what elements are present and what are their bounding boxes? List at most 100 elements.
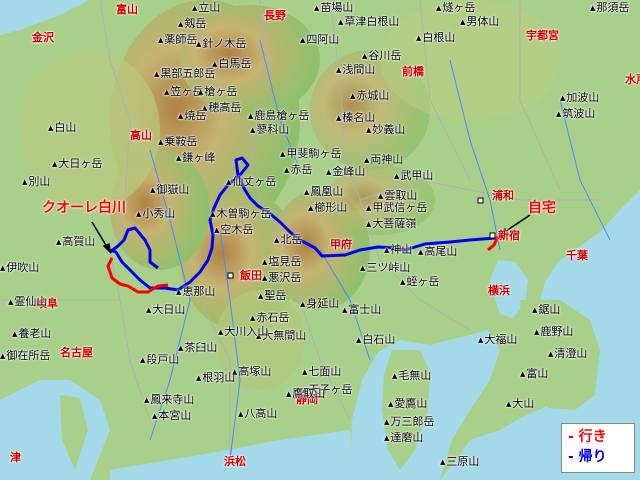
peak-fujiwara: 霊仙山	[8, 296, 47, 308]
peak-hakuba: 白馬岳	[212, 58, 251, 70]
city-utsunomiya: 宇都宮	[526, 29, 559, 42]
peak-tanigawa: 谷川岳	[362, 50, 401, 62]
peak-takao: 高尾山	[418, 246, 457, 258]
peak-hijiri: 聖岳	[258, 290, 286, 302]
peak-kushigata: 櫛形山	[308, 202, 347, 214]
city-takayama: 高山	[130, 129, 152, 142]
legend-outbound: - 行き	[568, 429, 607, 445]
peak-shiroishi: 白石山	[356, 334, 395, 346]
peak-nantai: 男体山	[460, 16, 499, 28]
city-toyama: 富山	[116, 3, 138, 16]
peak-ashitaka: 愛鷹山	[388, 398, 427, 410]
peak-ibuki: 伊吹山	[0, 262, 39, 274]
peak-hoorai: 鳳来寺山	[144, 394, 194, 406]
peak-kinpu: 金峰山	[326, 166, 365, 178]
peak-sanbo: 三原山	[440, 456, 479, 468]
start-point-label: クオーレ白川	[42, 200, 126, 216]
peak-daruma: 達磨山	[384, 432, 423, 444]
peak-ryokami: 両神山	[364, 154, 403, 166]
city-iida: 飯田	[240, 269, 262, 282]
peak-dainichi: 大日ヶ岳	[52, 158, 102, 170]
peak-utsugi: 空木岳	[214, 224, 253, 236]
peak-yarigatake: 槍ヶ岳	[198, 86, 237, 98]
peak-haruna: 榛名山	[336, 112, 375, 124]
peak-myogi: 妙義山	[366, 124, 405, 136]
peak-kiyosumi: 清澄山	[548, 348, 587, 360]
peak-asama: 浅間山	[336, 64, 375, 76]
city-urawa: 浦和	[492, 189, 514, 202]
peak-hachigoyama: 八高山	[238, 408, 277, 420]
peak-akaishi: 赤石岳	[250, 312, 289, 324]
peak-yoro: 養老山	[12, 328, 51, 340]
peak-minobu: 身延山	[300, 298, 339, 310]
peak-kanohashi: 加波山	[560, 92, 599, 104]
peak-chausu: 茶臼山	[178, 342, 217, 354]
peak-nasu: 那須岳	[590, 2, 629, 14]
peak-daibosatsu: 大菩薩嶺	[366, 218, 416, 230]
peak-naeba: 苗場山	[314, 2, 353, 14]
legend-return: - 帰り	[568, 449, 607, 465]
peak-kisokoma: 木曽駒ヶ岳	[210, 208, 271, 220]
peak-hoou: 鳳凰山	[304, 186, 343, 198]
peak-ena: 恵那山	[176, 286, 215, 298]
peak-honkyu: 本宮山	[152, 410, 191, 422]
peak-yakedake: 焼岳	[178, 110, 206, 122]
peak-kiyosumi2: 高塚山	[232, 366, 271, 378]
peak-yatsugatake: 赤岳	[284, 164, 312, 176]
peak-tomiyama: 富山	[520, 368, 548, 380]
peak-enzan: 鎌ヶ峰	[176, 152, 215, 164]
peak-arakawa: 悪沢岳	[262, 272, 301, 284]
peak-bessan: 別山	[22, 176, 50, 188]
city-kanazawa: 金沢	[32, 31, 54, 44]
peak-tateshina: 蓼科山	[250, 124, 289, 136]
city-maebashi: 前橋	[402, 65, 424, 78]
peak-shiomi: 塩見岳	[262, 256, 301, 268]
peak-hikagehara: 鷹取山	[286, 388, 325, 400]
peak-kusatsu: 草津白根山	[338, 16, 399, 28]
peak-otokoyama: 大山	[506, 398, 534, 410]
peak-kumotori: 雲取山	[378, 190, 417, 202]
peak-nokogiri: 鋸山	[532, 304, 560, 316]
peak-daimon: 大日山	[146, 304, 185, 316]
peak-norikura: 乗鞍岳	[158, 136, 197, 148]
peak-nagura: 根羽山	[196, 372, 235, 384]
peak-kashimayari: 鹿島槍ヶ岳	[248, 110, 309, 122]
peak-dogo: 毛無山	[392, 370, 431, 382]
peak-shichimen: 七面山	[302, 366, 341, 378]
peak-tsurugi: 剱岳	[178, 18, 206, 30]
peak-mitsutoge: 三ツ峠山	[360, 262, 410, 274]
peak-harinoki: 針ノ木岳	[196, 38, 246, 50]
peak-ontake: 御嶽山	[150, 184, 189, 196]
peak-tateyama: 立山	[192, 2, 220, 14]
home-label: 自宅	[528, 200, 556, 216]
peak-hakusan: 白山	[48, 122, 76, 134]
city-yokohama: 横浜	[488, 284, 510, 297]
peak-shibireta: 小秀山	[136, 208, 175, 220]
peak-takasu: 高賀山	[56, 236, 95, 248]
peak-tsukuba: 筑波山	[556, 108, 595, 120]
peak-hijiri2: 大川入山	[218, 326, 268, 338]
peak-hakone: 神山	[384, 244, 412, 256]
city-mito: 水戸	[625, 73, 640, 86]
peak-hotaka: 穂高岳	[202, 102, 241, 114]
route-map: - 行き - 帰り クオーレ白川 自宅 富山 金沢 高山 岐阜 名古屋 飯田 甲…	[0, 0, 640, 480]
peak-yotsuya: 四阿山	[300, 34, 339, 46]
city-nagano: 長野	[264, 9, 286, 22]
peak-yakushi: 薬師岳	[158, 34, 197, 46]
peak-akagi: 赤城山	[350, 90, 389, 102]
peak-hiuchi: 燧ヶ岳	[436, 2, 475, 14]
peak-otaki: 大福山	[478, 334, 517, 346]
city-nagoya: 名古屋	[60, 346, 93, 359]
city-hamamatsu: 浜松	[224, 455, 246, 468]
map-background	[0, 0, 640, 480]
peak-senjo: 仙丈ヶ岳	[226, 176, 276, 188]
city-shinjuku: 新宿	[498, 229, 520, 242]
peak-fuji: 富士山	[342, 304, 381, 316]
peak-kaikoma: 甲斐駒ヶ岳	[280, 148, 341, 160]
peak-kanoyama: 鹿野山	[534, 326, 573, 338]
peak-amagi: 万三郎岳	[384, 416, 434, 428]
peak-bukou: 武甲山	[394, 170, 433, 182]
legend-box: - 行き - 帰り	[561, 423, 635, 473]
peak-dando: 段戸山	[140, 354, 179, 366]
city-chiba: 千葉	[566, 249, 588, 262]
